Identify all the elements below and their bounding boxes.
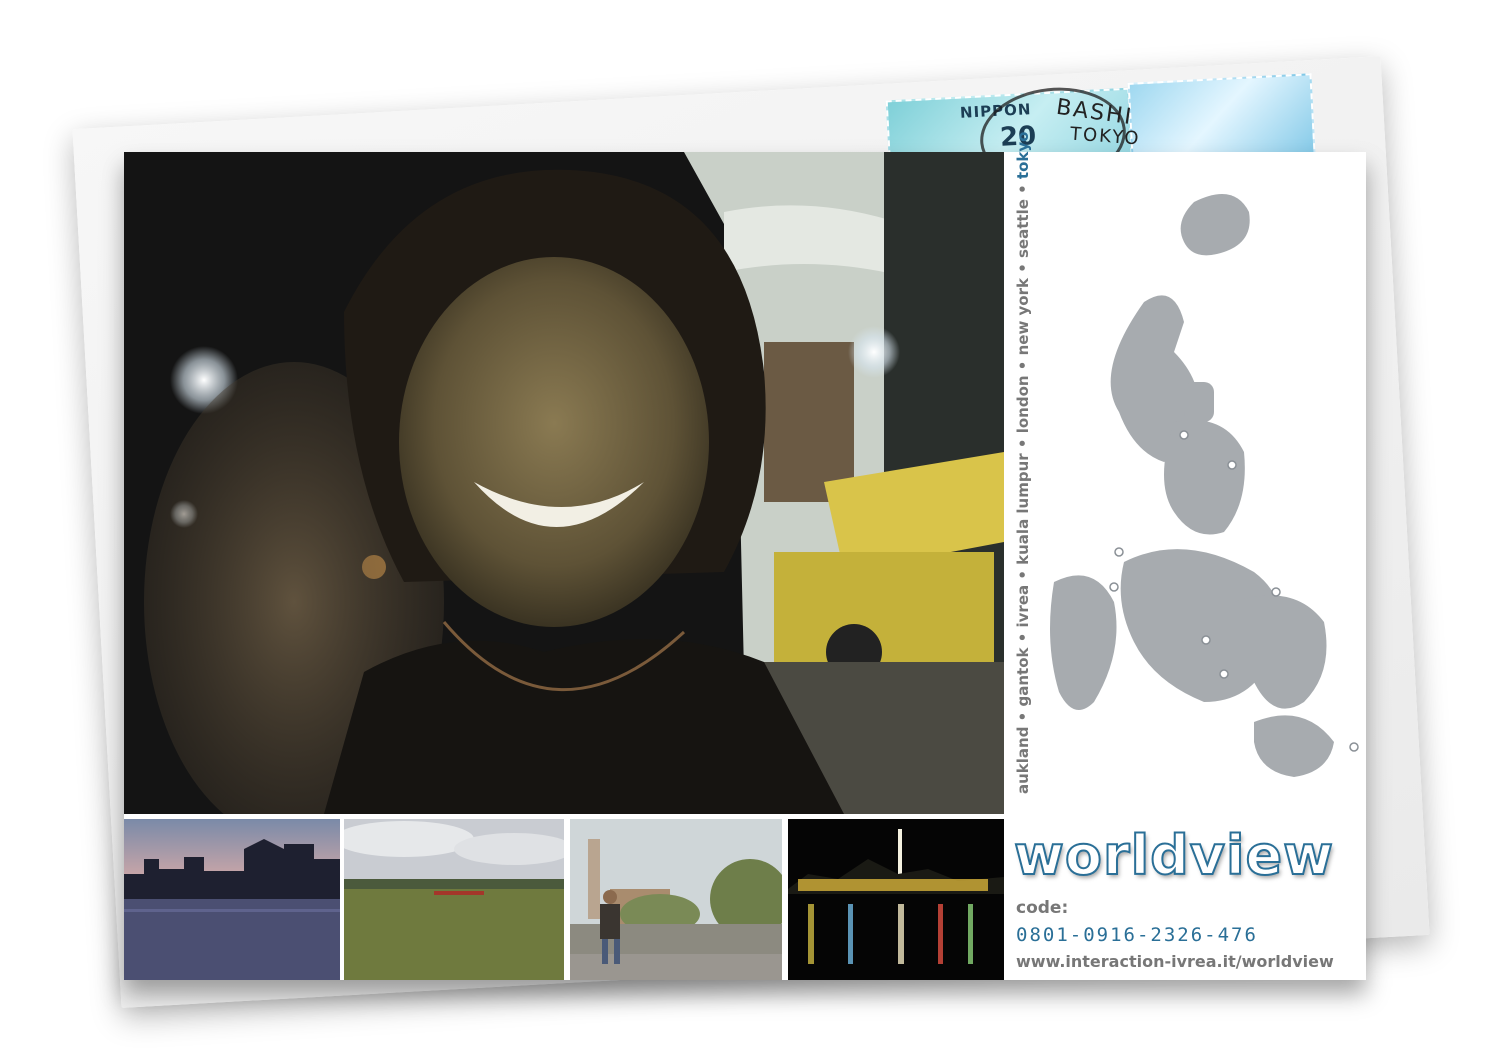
thumbnail-night-harbor [788,819,1004,980]
main-photo-image [124,152,1004,814]
city-list: aukland • gantok • ivrea • kuala lumpur … [1014,132,1032,794]
world-map [1034,182,1364,782]
code-label: code: [1016,898,1069,918]
thumbnail-town [570,819,782,980]
thumbnail-night-harbor-image [788,819,1004,980]
world-map-image [1050,194,1359,777]
code-value: 0801-0916-2326-476 [1016,924,1258,946]
city-strip: aukland • gantok • ivrea • kuala lumpur … [1004,132,1036,814]
city-highlighted: tokyo [1014,131,1032,180]
city-list-text: aukland • gantok • ivrea • kuala lumpur … [1014,179,1032,794]
thumbnail-field [344,819,564,980]
side-panel: aukland • gantok • ivrea • kuala lumpur … [1004,132,1366,980]
thumbnail-town-image [570,819,782,980]
main-photo [124,152,1004,814]
postcard: aukland • gantok • ivrea • kuala lumpur … [124,132,1366,980]
thumbnail-field-image [344,819,564,980]
worldview-logo: worldview [1013,823,1335,888]
thumbnail-skyline-image [124,819,340,980]
thumbnail-skyline [124,819,340,980]
website-url[interactable]: www.interaction-ivrea.it/worldview [1016,952,1334,971]
